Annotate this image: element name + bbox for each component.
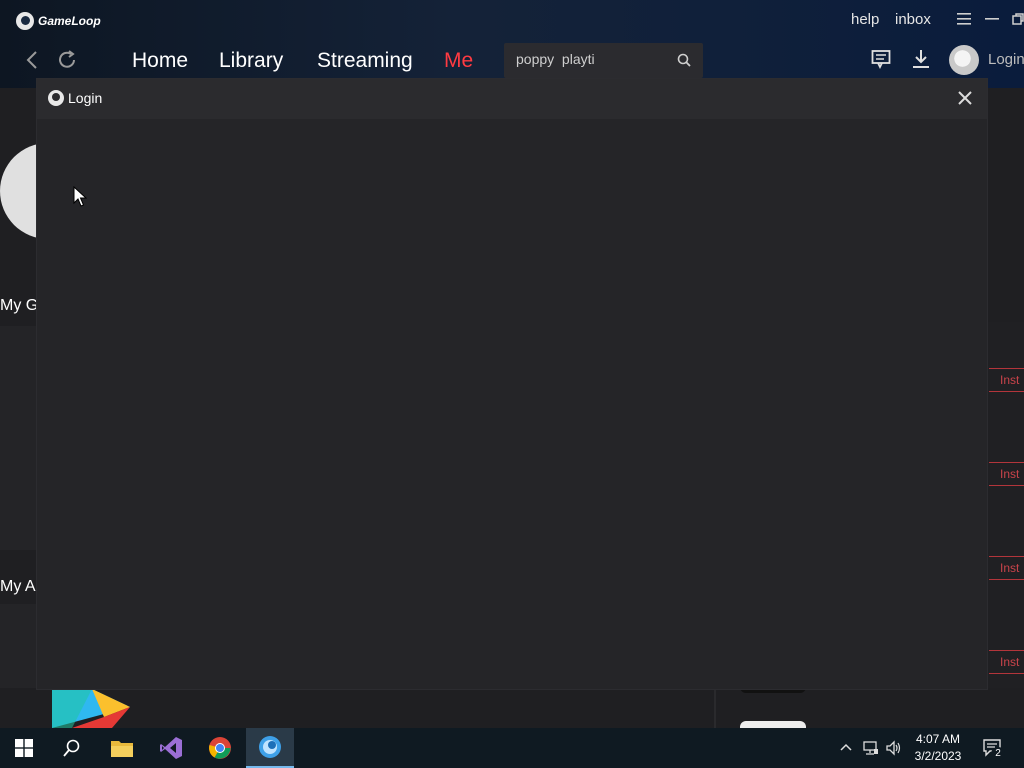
my-games-heading: My G [0,297,39,314]
my-apps-heading: My A [0,578,36,595]
google-play-icon[interactable] [52,689,130,728]
avatar[interactable] [949,45,979,75]
tray-chevron-icon[interactable] [840,742,852,752]
taskbar-gameloop[interactable] [246,728,294,768]
install-button[interactable]: Inst [989,650,1024,674]
tab-me[interactable]: Me [444,49,473,73]
login-link[interactable]: Login [988,51,1024,68]
start-button[interactable] [0,728,48,768]
visual-studio-icon[interactable] [159,736,183,760]
help-link[interactable]: help [851,11,879,28]
gameloop-logo-icon [48,90,64,106]
dialog-content [37,119,987,689]
divider [714,688,716,728]
gameloop-icon[interactable] [257,734,283,760]
thumbnail [740,721,806,728]
refresh-icon[interactable] [57,49,79,71]
chrome-icon[interactable] [208,736,232,760]
taskbar-chrome[interactable] [196,728,244,768]
dialog-titlebar: Login [37,79,987,119]
dialog-title: Login [68,90,103,106]
notification-count-badge: 2 [991,747,1005,761]
app-header: GameLoop help inbox Home Library Streami… [0,0,1024,88]
tab-streaming[interactable]: Streaming [317,49,413,73]
login-dialog: Login [37,79,987,689]
tab-library[interactable]: Library [219,49,283,73]
mouse-cursor-icon [73,186,87,207]
background-panel [0,326,40,550]
system-clock[interactable]: 4:07 AM 3/2/2023 [908,731,968,765]
search-input[interactable] [516,51,666,67]
taskbar-file-explorer[interactable] [98,728,146,768]
tab-home[interactable]: Home [132,49,188,73]
inbox-link[interactable]: inbox [895,11,931,28]
gameloop-logo-icon [16,12,34,30]
brand-name: GameLoop [38,14,101,28]
clock-date: 3/2/2023 [914,749,962,763]
install-button[interactable]: Inst [989,462,1024,486]
windows-start-icon[interactable] [15,739,33,757]
menu-icon[interactable] [957,13,971,25]
install-button[interactable]: Inst [989,368,1024,392]
file-explorer-icon[interactable] [110,738,134,758]
close-icon[interactable] [958,91,972,105]
download-icon[interactable] [911,49,931,69]
windows-taskbar: 4:07 AM 3/2/2023 2 [0,728,1024,768]
taskbar-search-button[interactable] [48,728,96,768]
brand: GameLoop [16,12,101,30]
background-footer [0,688,1024,728]
minimize-icon[interactable] [985,18,999,21]
back-icon[interactable] [22,49,44,71]
search-icon[interactable] [677,53,691,67]
chat-icon[interactable] [871,49,891,69]
restore-icon[interactable] [1012,13,1024,25]
clock-time: 4:07 AM [915,732,961,746]
search-box [504,43,703,78]
close-button[interactable] [955,88,975,108]
taskbar-visual-studio[interactable] [147,728,195,768]
network-icon[interactable] [863,740,879,756]
taskbar-search-icon[interactable] [63,739,81,757]
install-button[interactable]: Inst [989,556,1024,580]
volume-icon[interactable] [886,740,902,756]
gameloop-window: GameLoop help inbox Home Library Streami… [0,0,1024,728]
